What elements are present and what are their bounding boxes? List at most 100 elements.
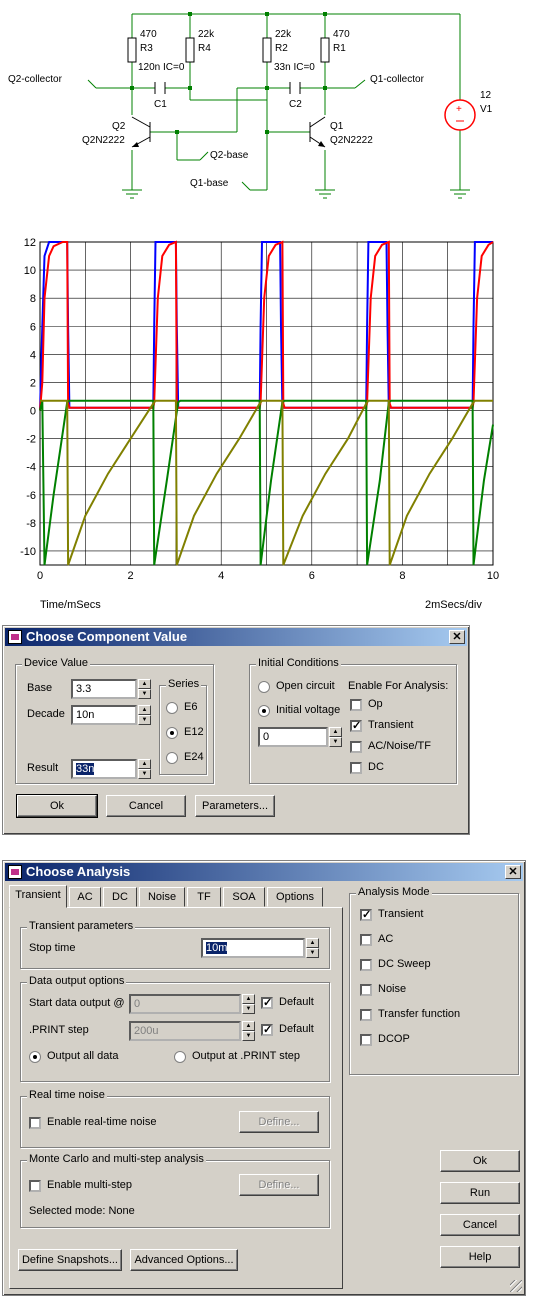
transient-label: Transient xyxy=(368,719,414,731)
c2-name: C2 xyxy=(289,99,302,110)
r2-name: R2 xyxy=(275,43,288,54)
dialog-titlebar[interactable]: Choose Component Value ✕ xyxy=(5,628,467,646)
y-tick-label: 8 xyxy=(30,293,36,305)
tab-soa[interactable]: SOA xyxy=(223,887,265,907)
x-scale-note: 2mSecs/div xyxy=(425,599,482,611)
transient-parameters-group: Transient parameters Stop time 10m ▲ ▼ xyxy=(20,920,330,969)
output-all-data-radio[interactable] xyxy=(29,1051,41,1063)
decade-input[interactable]: 10n xyxy=(71,705,137,725)
x-tick-label: 8 xyxy=(399,570,405,582)
initial-conditions-group-label: Initial Conditions xyxy=(256,657,341,669)
tab-ac[interactable]: AC xyxy=(69,887,101,907)
output-print-step-radio[interactable] xyxy=(174,1051,186,1063)
stop-time-input[interactable]: 10m xyxy=(201,938,305,958)
device-value-group-label: Device Value xyxy=(22,657,90,669)
stop-time-spinner[interactable]: ▲ ▼ xyxy=(306,938,319,958)
dc-checkbox[interactable] xyxy=(350,762,362,774)
base-input[interactable]: 3.3 xyxy=(71,679,137,699)
decade-spinner[interactable]: ▲ ▼ xyxy=(138,705,151,725)
data-output-options-label: Data output options xyxy=(27,975,127,987)
help-button[interactable]: Help xyxy=(440,1246,520,1268)
ok-button[interactable]: Ok xyxy=(16,794,98,818)
initial-voltage-radio[interactable] xyxy=(258,705,270,717)
y-tick-label: 4 xyxy=(30,349,36,361)
series-e12-radio[interactable] xyxy=(166,727,178,739)
start-data-output-input[interactable]: 0 xyxy=(129,994,241,1014)
r3-value: 470 xyxy=(140,29,157,40)
mode-noise-label: Noise xyxy=(378,983,407,995)
tab-options[interactable]: Options xyxy=(267,887,323,907)
close-button[interactable]: ✕ xyxy=(505,865,521,879)
mode-transfer-function-checkbox[interactable] xyxy=(360,1009,372,1021)
selected-mode-text: Selected mode: None xyxy=(29,1205,135,1217)
mode-ac-label: AC xyxy=(378,933,394,945)
x-axis-label: Time/mSecs xyxy=(40,599,101,611)
output-all-data-label: Output all data xyxy=(47,1050,119,1062)
start-data-output-spinner[interactable]: ▲ ▼ xyxy=(242,994,255,1014)
print-step-spinner[interactable]: ▲ ▼ xyxy=(242,1021,255,1041)
enable-rt-noise-label: Enable real-time noise xyxy=(47,1116,157,1128)
q2-model: Q2N2222 xyxy=(82,135,125,146)
mode-dcop-checkbox[interactable] xyxy=(360,1034,372,1046)
ac-noise-tf-checkbox[interactable] xyxy=(350,741,362,753)
op-label: Op xyxy=(368,698,383,710)
print-step-label: .PRINT step xyxy=(29,1024,89,1036)
tab-dc[interactable]: DC xyxy=(103,887,137,907)
series-e24-label: E24 xyxy=(184,751,204,763)
advanced-options-button[interactable]: Advanced Options... xyxy=(130,1249,238,1271)
enable-rt-noise-checkbox[interactable] xyxy=(29,1117,41,1129)
mode-transfer-function-label: Transfer function xyxy=(378,1008,461,1020)
mode-dc-sweep-checkbox[interactable] xyxy=(360,959,372,971)
print-default-checkbox[interactable]: ✓ xyxy=(261,1024,273,1036)
enable-for-analysis-label: Enable For Analysis: xyxy=(348,680,449,692)
mode-noise-checkbox[interactable] xyxy=(360,984,372,996)
mode-transient-checkbox[interactable]: ✓ xyxy=(360,909,372,921)
start-default-checkbox[interactable]: ✓ xyxy=(261,997,273,1009)
close-button[interactable]: ✕ xyxy=(449,630,465,644)
tab-strip: Transient AC DC Noise TF SOA Options xyxy=(9,885,339,909)
tab-noise[interactable]: Noise xyxy=(139,887,185,907)
result-input[interactable]: 33n xyxy=(71,759,137,779)
transient-parameters-label: Transient parameters xyxy=(27,920,136,932)
tab-tf[interactable]: TF xyxy=(187,887,221,907)
probe-q1-collector: Q1-collector xyxy=(370,74,425,85)
start-data-output-label: Start data output @ xyxy=(29,997,125,1009)
initial-voltage-input[interactable]: 0 xyxy=(258,727,328,747)
series-e24-radio[interactable] xyxy=(166,752,178,764)
tab-panel: Transient parameters Stop time 10m ▲ ▼ Da… xyxy=(9,907,343,1289)
ac-noise-tf-label: AC/Noise/TF xyxy=(368,740,431,752)
monte-carlo-group: Monte Carlo and multi-step analysis Enab… xyxy=(20,1153,330,1228)
probe-q2-base: Q2-base xyxy=(210,150,249,161)
base-spinner[interactable]: ▲ ▼ xyxy=(138,679,151,699)
dialog-titlebar[interactable]: Choose Analysis ✕ xyxy=(5,863,523,881)
parameters-button[interactable]: Parameters... xyxy=(195,795,275,817)
q1-name: Q1 xyxy=(330,121,344,132)
r4-value: 22k xyxy=(198,29,215,40)
print-step-input[interactable]: 200u xyxy=(129,1021,241,1041)
real-time-noise-label: Real time noise xyxy=(27,1089,107,1101)
resize-grip[interactable] xyxy=(510,1280,522,1292)
result-spinner[interactable]: ▲ ▼ xyxy=(138,759,151,779)
initial-voltage-spinner[interactable]: ▲ ▼ xyxy=(329,727,342,747)
multistep-define-button[interactable]: Define... xyxy=(239,1174,319,1196)
enable-multistep-checkbox[interactable] xyxy=(29,1180,41,1192)
open-circuit-radio[interactable] xyxy=(258,681,270,693)
transient-checkbox[interactable]: ✓ xyxy=(350,720,362,732)
run-button[interactable]: Run xyxy=(440,1182,520,1204)
op-checkbox[interactable] xyxy=(350,699,362,711)
series-group-label: Series xyxy=(166,678,202,690)
define-snapshots-button[interactable]: Define Snapshots... xyxy=(18,1249,122,1271)
r4-name: R4 xyxy=(198,43,211,54)
series-e6-radio[interactable] xyxy=(166,702,178,714)
cancel-button[interactable]: Cancel xyxy=(106,795,186,817)
tab-transient[interactable]: Transient xyxy=(9,885,67,908)
choose-analysis-dialog: Choose Analysis ✕ Transient AC DC Noise … xyxy=(2,860,526,1296)
cancel-button[interactable]: Cancel xyxy=(440,1214,520,1236)
enable-multistep-label: Enable multi-step xyxy=(47,1179,132,1191)
mode-ac-checkbox[interactable] xyxy=(360,934,372,946)
rt-noise-define-button[interactable]: Define... xyxy=(239,1111,319,1133)
r3-name: R3 xyxy=(140,43,153,54)
device-value-group: Device Value Base 3.3 ▲ ▼ Decade 10n ▲ ▼ R… xyxy=(15,657,214,784)
ok-button[interactable]: Ok xyxy=(440,1150,520,1172)
series-group: Series E6 E12 E24 xyxy=(159,678,207,775)
